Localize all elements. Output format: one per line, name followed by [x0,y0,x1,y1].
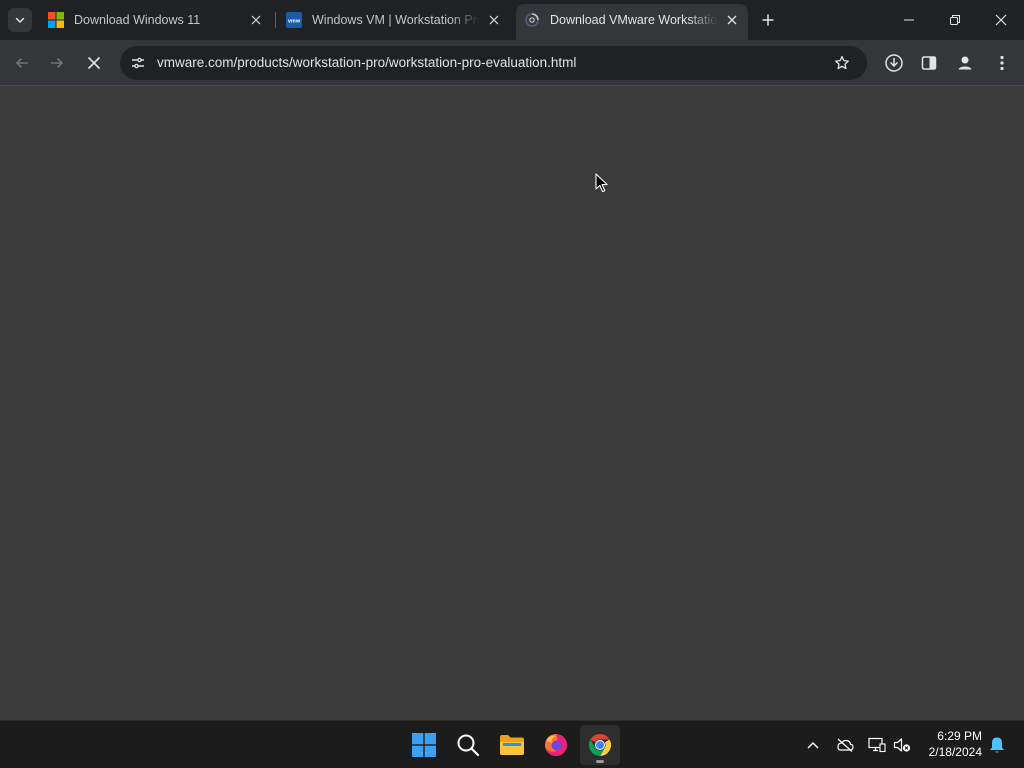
network-tray-button[interactable] [865,733,889,757]
search-button[interactable] [448,725,488,765]
minimize-button[interactable] [886,0,932,40]
tab-separator [275,12,276,28]
tab-title: Windows VM | Workstation Pro [312,13,480,27]
new-tab-button[interactable] [756,8,780,32]
tab-strip: Download Windows 11 vmw Windows VM | Wor… [0,0,1024,40]
menu-button[interactable] [986,47,1018,79]
clock-date: 2/18/2024 [928,745,982,759]
firefox-button[interactable] [536,725,576,765]
tab-search-button[interactable] [8,8,32,32]
chevron-up-icon [807,742,819,749]
taskbar: 6:29 PM 2/18/2024 [0,720,1024,768]
start-button[interactable] [404,725,444,765]
onedrive-tray-button[interactable] [833,733,857,757]
close-icon[interactable] [724,12,740,28]
clock-time: 6:29 PM [937,729,982,743]
address-bar[interactable]: vmware.com/products/workstation-pro/work… [120,46,867,80]
bookmark-button[interactable] [830,51,854,75]
forward-arrow-icon [51,57,64,69]
page-content[interactable] [0,87,1024,720]
minimize-icon [904,19,914,21]
tab-download-vmware-workstation[interactable]: Download VMware Workstation Pro [516,4,748,40]
site-info-button[interactable] [126,51,150,75]
firefox-icon [545,734,567,756]
volume-tray-button[interactable] [890,733,914,757]
volume-muted-icon [893,738,911,752]
chrome-icon [588,734,612,756]
chevron-down-icon [15,17,25,24]
microsoft-logo-icon [48,12,64,28]
stop-loading-button[interactable] [78,47,110,79]
side-panel-icon [921,56,937,70]
search-icon [457,734,480,757]
loading-spinner-icon [524,12,540,28]
close-icon[interactable] [248,12,264,28]
svg-text:vmw: vmw [288,19,301,25]
bell-icon [990,737,1004,753]
close-window-button[interactable] [978,0,1024,40]
network-icon [868,737,886,753]
cloud-offline-icon [837,738,854,752]
url-text: vmware.com/products/workstation-pro/work… [157,55,577,70]
clock[interactable]: 6:29 PM 2/18/2024 [918,728,982,760]
forward-button[interactable] [41,47,73,79]
notifications-button[interactable] [985,733,1009,757]
stop-loading-icon [87,56,101,70]
running-indicator [596,760,604,763]
vmware-logo-icon: vmw [286,12,302,28]
mouse-cursor-icon [595,173,608,193]
browser-window: Download Windows 11 vmw Windows VM | Wor… [0,0,1024,768]
download-icon [885,54,903,72]
profile-button[interactable] [949,47,981,79]
browser-toolbar: vmware.com/products/workstation-pro/work… [0,40,1024,86]
plus-icon [762,14,774,26]
side-panel-button[interactable] [913,47,945,79]
windows-logo-icon [412,733,436,757]
tab-windows-vm-workstation-pro[interactable]: vmw Windows VM | Workstation Pro [278,4,510,36]
close-icon[interactable] [486,12,502,28]
back-button[interactable] [6,47,38,79]
tab-title: Download Windows 11 [74,13,201,27]
chrome-button[interactable] [580,725,620,765]
close-icon [995,14,1007,26]
profile-icon [958,56,972,70]
restore-icon [950,15,960,25]
file-explorer-button[interactable] [492,725,532,765]
restore-button[interactable] [932,0,978,40]
tab-title: Download VMware Workstation Pro [550,13,718,27]
folder-icon [500,735,524,755]
downloads-button[interactable] [878,47,910,79]
tune-icon [132,57,144,69]
back-arrow-icon [15,57,28,69]
show-hidden-icons-button[interactable] [801,733,825,757]
more-vert-icon [1000,55,1004,71]
tab-download-windows-11[interactable]: Download Windows 11 [40,4,272,36]
star-icon [835,55,849,70]
